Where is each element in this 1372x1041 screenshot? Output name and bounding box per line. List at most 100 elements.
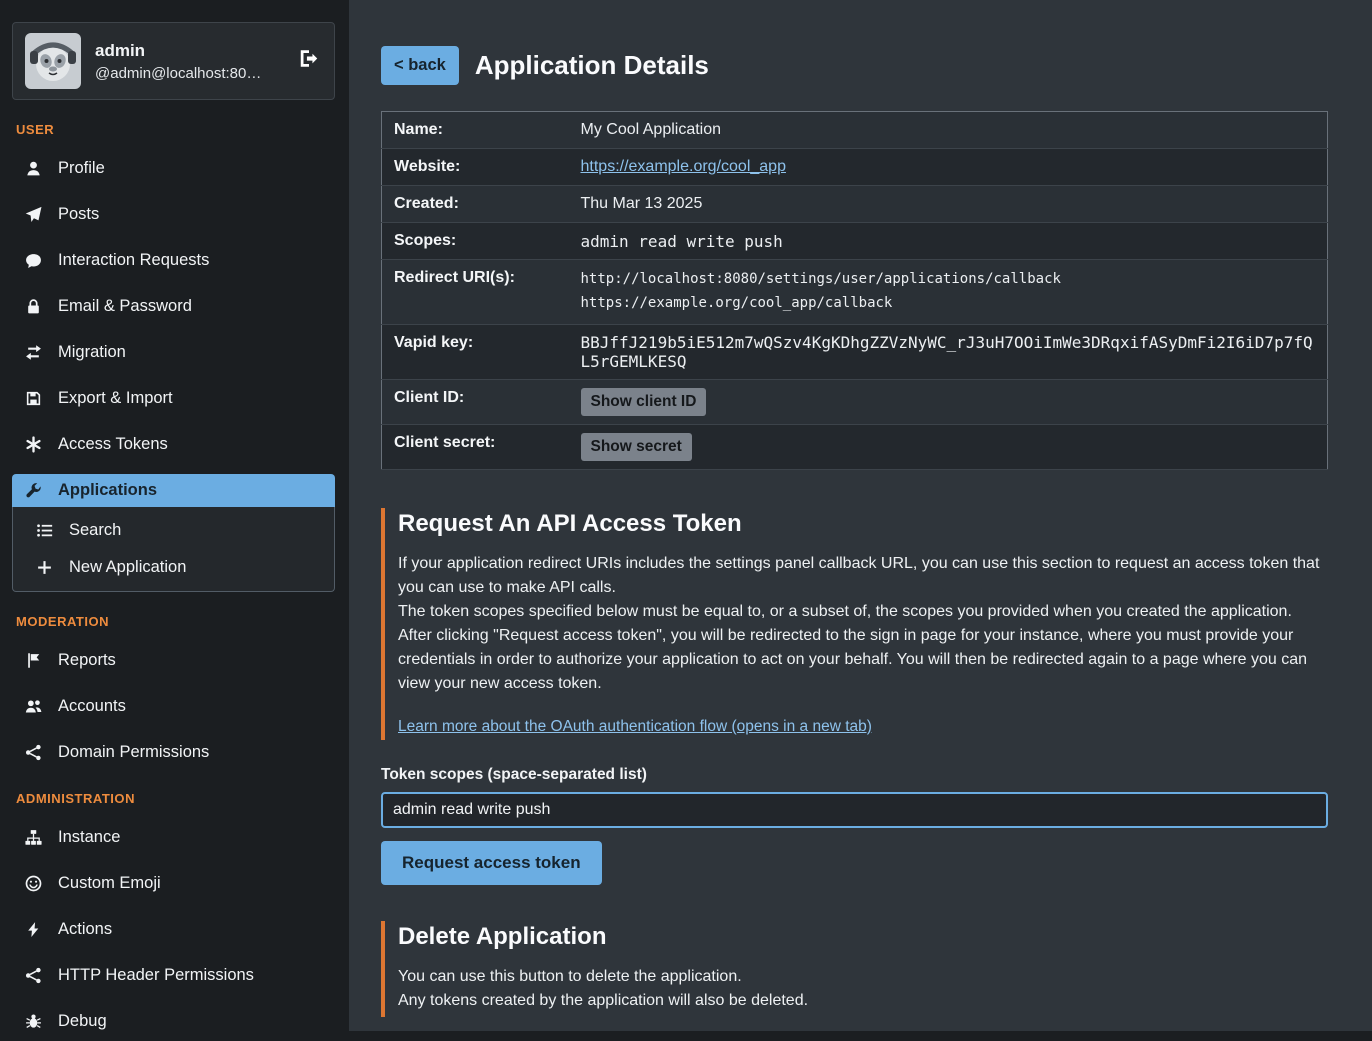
request-access-token-button[interactable]: Request access token bbox=[381, 841, 602, 885]
sidebar-item-label: Email & Password bbox=[58, 297, 192, 316]
wrench-icon bbox=[24, 482, 43, 499]
user-icon bbox=[24, 160, 43, 177]
sidebar-item-accounts[interactable]: Accounts bbox=[12, 690, 335, 723]
sidebar-item-label: Actions bbox=[58, 920, 112, 939]
sidebar-item-label: Instance bbox=[58, 828, 120, 847]
comment-icon bbox=[24, 252, 43, 269]
token-scopes-label: Token scopes (space-separated list) bbox=[381, 766, 1328, 784]
sidebar-item-label: Accounts bbox=[58, 697, 126, 716]
share-nodes-icon bbox=[24, 744, 43, 761]
sidebar-item-label: Migration bbox=[58, 343, 126, 362]
paper-plane-icon bbox=[24, 206, 43, 223]
table-row-client-id: Client ID: Show client ID bbox=[382, 379, 1328, 424]
sidebar-item-interaction-requests[interactable]: Interaction Requests bbox=[12, 244, 335, 277]
row-label: Redirect URI(s): bbox=[382, 260, 569, 325]
section-paragraph: Any tokens created by the application wi… bbox=[398, 989, 1328, 1013]
arrows-left-right-icon bbox=[24, 344, 43, 361]
section-paragraph: The token scopes specified below must be… bbox=[398, 600, 1328, 624]
sidebar-item-email-password[interactable]: Email & Password bbox=[12, 290, 335, 323]
back-button[interactable]: < back bbox=[381, 46, 459, 85]
table-row-website: Website: https://example.org/cool_app bbox=[382, 149, 1328, 186]
row-label: Scopes: bbox=[382, 223, 569, 260]
row-label: Created: bbox=[382, 186, 569, 223]
redirect-uri: http://localhost:8080/settings/user/appl… bbox=[581, 268, 1316, 292]
section-label-moderation: MODERATION bbox=[16, 614, 331, 629]
sidebar-item-label: Interaction Requests bbox=[58, 251, 209, 270]
sidebar-item-label: Custom Emoji bbox=[58, 874, 161, 893]
row-value: http://localhost:8080/settings/user/appl… bbox=[569, 260, 1328, 325]
sidebar-item-http-header-permissions[interactable]: HTTP Header Permissions bbox=[12, 959, 335, 992]
application-details-table: Name: My Cool Application Website: https… bbox=[381, 111, 1328, 470]
sidebar-item-label: Domain Permissions bbox=[58, 743, 209, 762]
sidebar-item-label: Access Tokens bbox=[58, 435, 168, 454]
app: admin @admin@localhost:80… USER Profile … bbox=[0, 0, 1372, 1041]
section-label-user: USER bbox=[16, 122, 331, 137]
smiley-icon bbox=[24, 875, 43, 892]
show-client-id-button[interactable]: Show client ID bbox=[581, 388, 707, 416]
section-title: Request An API Access Token bbox=[398, 510, 1328, 538]
bug-icon bbox=[24, 1013, 43, 1030]
sidebar-item-label: Reports bbox=[58, 651, 116, 670]
user-meta: admin @admin@localhost:80… bbox=[95, 41, 261, 82]
sidebar-item-custom-emoji[interactable]: Custom Emoji bbox=[12, 867, 335, 900]
row-value: My Cool Application bbox=[569, 112, 1328, 149]
sidebar-item-label: New Application bbox=[69, 558, 186, 577]
floppy-disk-icon bbox=[24, 390, 43, 407]
table-row-vapid-key: Vapid key: BBJffJ219b5iE512m7wQSzv4KgKDh… bbox=[382, 324, 1328, 379]
sidebar-item-posts[interactable]: Posts bbox=[12, 198, 335, 231]
table-row-client-secret: Client secret: Show secret bbox=[382, 424, 1328, 469]
applications-block: Applications Search New Application bbox=[12, 474, 335, 592]
sidebar-item-domain-permissions[interactable]: Domain Permissions bbox=[12, 736, 335, 769]
user-name: admin bbox=[95, 41, 261, 61]
row-label: Website: bbox=[382, 149, 569, 186]
main-panel: < back Application Details Name: My Cool… bbox=[349, 0, 1372, 1031]
sign-out-icon[interactable] bbox=[298, 48, 320, 75]
section-paragraph: After clicking "Request access token", y… bbox=[398, 624, 1328, 696]
table-row-scopes: Scopes: admin read write push bbox=[382, 223, 1328, 260]
sidebar-item-actions[interactable]: Actions bbox=[12, 913, 335, 946]
table-row-redirect-uris: Redirect URI(s): http://localhost:8080/s… bbox=[382, 260, 1328, 325]
bolt-icon bbox=[24, 921, 43, 938]
asterisk-icon bbox=[24, 436, 43, 453]
list-icon bbox=[35, 522, 54, 539]
sidebar-item-new-application[interactable]: New Application bbox=[13, 550, 334, 585]
users-icon bbox=[24, 698, 43, 715]
user-card: admin @admin@localhost:80… bbox=[12, 22, 335, 100]
sidebar-item-export-import[interactable]: Export & Import bbox=[12, 382, 335, 415]
website-link[interactable]: https://example.org/cool_app bbox=[581, 158, 786, 175]
table-row-created: Created: Thu Mar 13 2025 bbox=[382, 186, 1328, 223]
row-label: Name: bbox=[382, 112, 569, 149]
sidebar-item-search[interactable]: Search bbox=[13, 513, 334, 548]
section-paragraph: You can use this button to delete the ap… bbox=[398, 965, 1328, 989]
row-value: BBJffJ219b5iE512m7wQSzv4KgKDhgZZVzNyWC_r… bbox=[569, 324, 1328, 379]
sidebar-item-label: Profile bbox=[58, 159, 105, 178]
sidebar-item-profile[interactable]: Profile bbox=[12, 152, 335, 185]
row-label: Client ID: bbox=[382, 379, 569, 424]
sidebar-item-label: Applications bbox=[58, 481, 157, 500]
token-scopes-input[interactable] bbox=[381, 792, 1328, 828]
sidebar-item-label: Search bbox=[69, 521, 121, 540]
sidebar-item-debug[interactable]: Debug bbox=[12, 1005, 335, 1038]
applications-submenu: Search New Application bbox=[12, 507, 335, 592]
row-label: Client secret: bbox=[382, 424, 569, 469]
redirect-uri: https://example.org/cool_app/callback bbox=[581, 292, 1316, 316]
sitemap-icon bbox=[24, 829, 43, 846]
sidebar-item-instance[interactable]: Instance bbox=[12, 821, 335, 854]
show-secret-button[interactable]: Show secret bbox=[581, 433, 692, 461]
delete-application-section: Delete Application You can use this butt… bbox=[381, 921, 1328, 1017]
sidebar-item-access-tokens[interactable]: Access Tokens bbox=[12, 428, 335, 461]
sidebar-item-migration[interactable]: Migration bbox=[12, 336, 335, 369]
section-paragraph: If your application redirect URIs includ… bbox=[398, 552, 1328, 600]
sidebar-item-applications[interactable]: Applications bbox=[12, 474, 335, 507]
sidebar-item-label: Export & Import bbox=[58, 389, 173, 408]
section-title: Delete Application bbox=[398, 923, 1328, 951]
section-label-administration: ADMINISTRATION bbox=[16, 791, 331, 806]
sidebar-item-reports[interactable]: Reports bbox=[12, 644, 335, 677]
oauth-docs-link[interactable]: Learn more about the OAuth authenticatio… bbox=[398, 718, 872, 735]
row-label: Vapid key: bbox=[382, 324, 569, 379]
page-title: Application Details bbox=[475, 50, 709, 81]
request-token-section: Request An API Access Token If your appl… bbox=[381, 508, 1328, 740]
sidebar-item-label: HTTP Header Permissions bbox=[58, 966, 254, 985]
page-header: < back Application Details bbox=[381, 46, 1328, 85]
row-value: admin read write push bbox=[569, 223, 1328, 260]
